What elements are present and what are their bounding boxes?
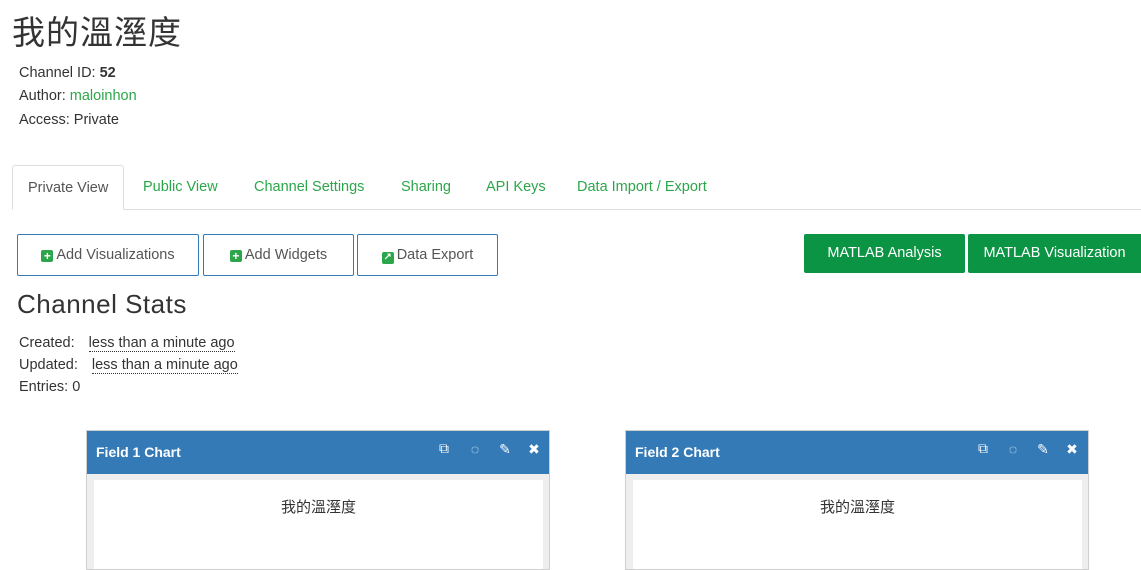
matlab-visualization-button[interactable]: MATLAB Visualization (968, 234, 1141, 273)
popout-icon[interactable]: ⧉ (974, 440, 992, 457)
popout-icon[interactable]: ⧉ (435, 440, 453, 457)
close-icon[interactable]: ✖ (1063, 441, 1081, 458)
updated-label: Updated: (19, 357, 78, 373)
updated-row: Updated: less than a minute ago (19, 357, 238, 374)
access-row: Access: Private (19, 112, 119, 128)
pencil-icon[interactable]: ✎ (1034, 441, 1052, 458)
channel-id-row: Channel ID: 52 (19, 65, 116, 81)
matlab-analysis-button[interactable]: MATLAB Analysis (804, 234, 965, 273)
tab-channel-settings[interactable]: Channel Settings (239, 165, 379, 208)
tab-public-view[interactable]: Public View (128, 165, 233, 208)
chart-title: 我的溫溼度 (819, 498, 895, 516)
chart-title: 我的溫溼度 (280, 498, 356, 516)
chart-area: 我的溫溼度 (633, 480, 1082, 569)
channel-tabs: Private View Public View Channel Setting… (12, 165, 1141, 210)
panel-title: Field 1 Chart (96, 444, 181, 460)
data-export-label: Data Export (396, 247, 474, 263)
access-value: Private (73, 112, 119, 128)
field-1-chart-panel: Field 1 Chart ⧉ ◌ ✎ ✖ 我的溫溼度 (86, 430, 550, 570)
entries-row: Entries: 0 (19, 379, 80, 395)
entries-label: Entries: (19, 379, 69, 395)
channel-id-value: 52 (99, 65, 116, 81)
author-row: Author: maloinhon (19, 88, 137, 104)
pencil-icon[interactable]: ✎ (496, 441, 514, 458)
plus-square-icon: + (229, 250, 242, 262)
chart-area: 我的溫溼度 (94, 480, 543, 569)
close-icon[interactable]: ✖ (525, 441, 543, 458)
add-visualizations-button[interactable]: + Add Visualizations (17, 234, 199, 276)
author-label: Author: (19, 88, 66, 104)
page-title: 我的溫溼度 (12, 13, 182, 52)
tab-data-import-export[interactable]: Data Import / Export (562, 165, 722, 208)
data-export-button[interactable]: ↗ Data Export (357, 234, 498, 276)
channel-stats-heading: Channel Stats (17, 289, 187, 319)
add-widgets-button[interactable]: + Add Widgets (203, 234, 354, 276)
created-label: Created: (19, 335, 75, 351)
comment-icon[interactable]: ◌ (1004, 441, 1022, 457)
tab-api-keys[interactable]: API Keys (471, 165, 561, 208)
created-value: less than a minute ago (88, 335, 235, 352)
tab-sharing[interactable]: Sharing (386, 165, 466, 208)
external-link-icon: ↗ (381, 252, 394, 264)
add-widgets-label: Add Widgets (244, 247, 328, 263)
plus-square-icon: + (41, 250, 54, 262)
field-2-chart-panel: Field 2 Chart ⧉ ◌ ✎ ✖ 我的溫溼度 (625, 430, 1089, 570)
access-label: Access: (19, 112, 70, 128)
updated-value: less than a minute ago (91, 357, 238, 374)
entries-value: 0 (72, 379, 81, 395)
panel-title: Field 2 Chart (635, 444, 720, 460)
panel-header: Field 1 Chart ⧉ ◌ ✎ ✖ (87, 431, 549, 474)
created-row: Created: less than a minute ago (19, 335, 235, 352)
panel-header: Field 2 Chart ⧉ ◌ ✎ ✖ (626, 431, 1088, 474)
tab-private-view[interactable]: Private View (12, 165, 125, 210)
author-link[interactable]: maloinhon (70, 88, 137, 104)
comment-icon[interactable]: ◌ (466, 441, 484, 457)
channel-id-label: Channel ID: (19, 65, 96, 81)
add-visualizations-label: Add Visualizations (56, 247, 175, 263)
